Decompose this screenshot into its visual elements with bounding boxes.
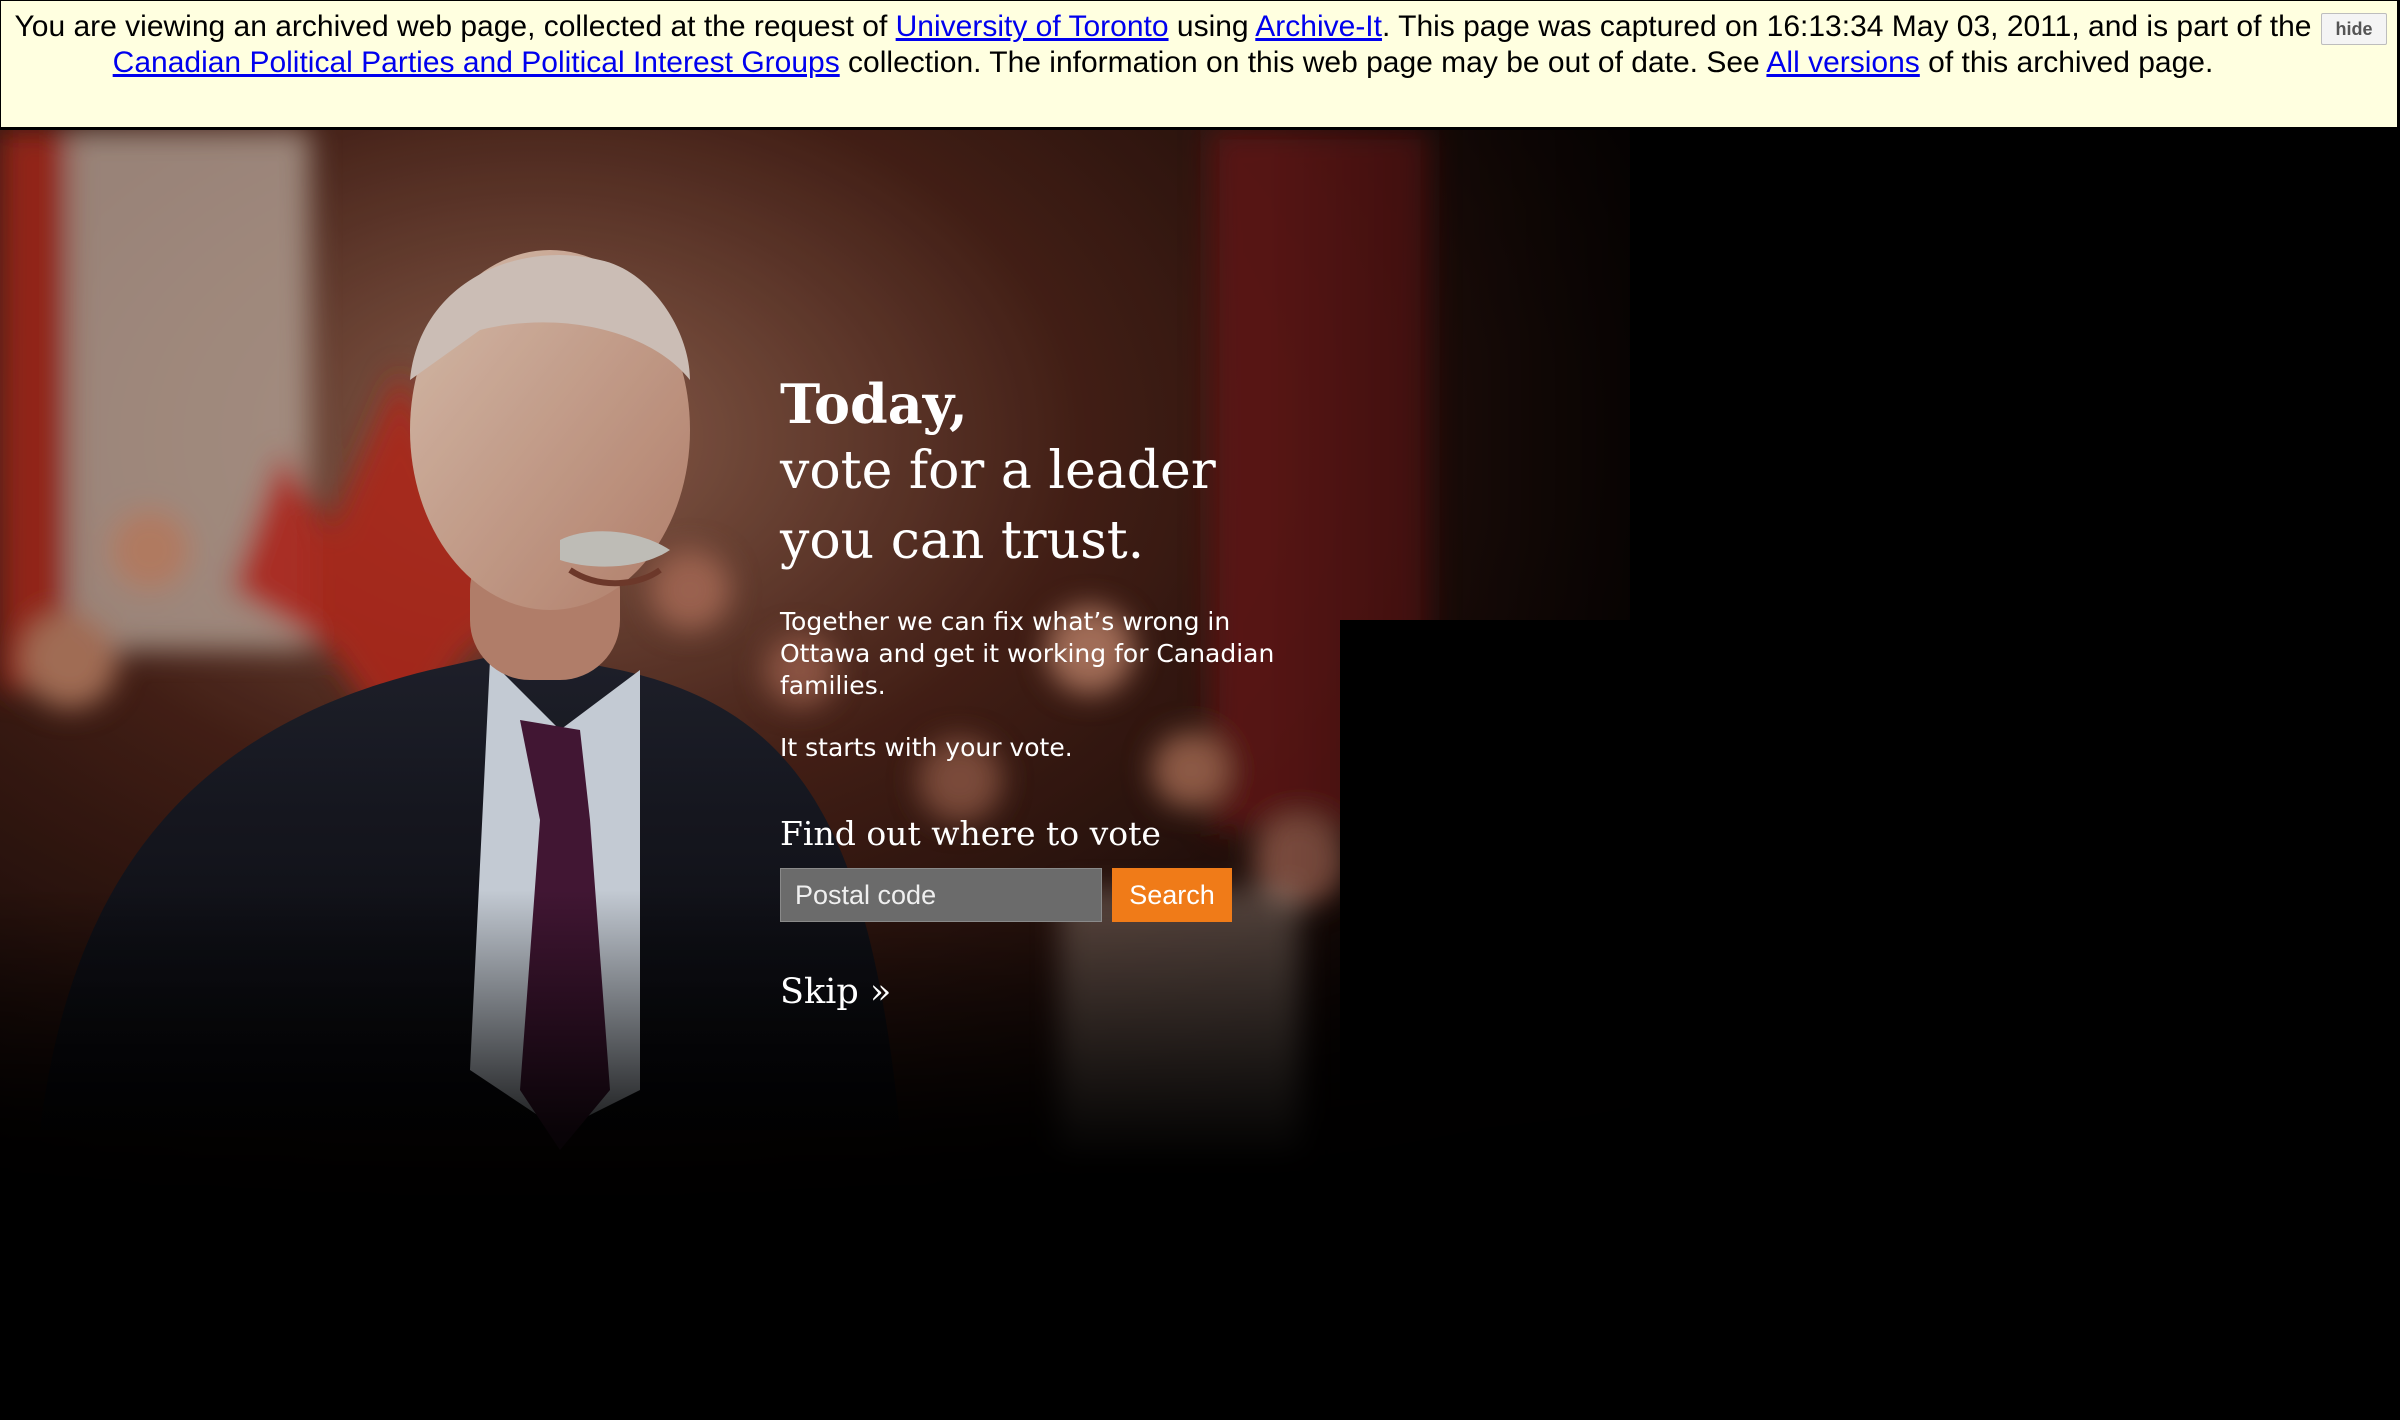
headline-today: Today, <box>780 372 968 436</box>
archive-text-capture: . This page was captured on 16:13:34 May… <box>1381 10 2312 43</box>
archive-text-end: of this archived page. <box>1919 46 2214 79</box>
archive-text-using: using <box>1168 10 1256 43</box>
headline-line-2: vote for a leader <box>780 441 1216 501</box>
headline-line-3: you can trust. <box>780 511 1145 571</box>
skip-link[interactable]: Skip » <box>780 972 891 1012</box>
call-to-vote-text: It starts with your vote. <box>780 733 1073 762</box>
hero-copy: Today, vote for a leader you can trust. … <box>780 372 1340 1012</box>
postal-search-form: Search <box>780 868 1340 922</box>
postal-code-input[interactable] <box>780 868 1102 922</box>
archive-banner: You are viewing an archived web page, co… <box>0 0 2398 128</box>
archive-text-collection: collection. The information on this web … <box>839 46 1767 79</box>
collection-link[interactable]: Canadian Political Parties and Political… <box>113 46 840 79</box>
body-text: Together we can fix what’s wrong in Otta… <box>780 607 1275 700</box>
find-where-to-vote-heading: Find out where to vote <box>780 814 1161 853</box>
hide-button[interactable]: hide <box>2321 13 2387 45</box>
archive-it-link[interactable]: Archive-It <box>1255 10 1382 43</box>
content-placeholder-block <box>1340 620 1630 1100</box>
archive-text-intro: You are viewing an archived web page, co… <box>14 10 896 43</box>
university-of-toronto-link[interactable]: University of Toronto <box>896 10 1169 43</box>
archive-notice: You are viewing an archived web page, co… <box>9 9 2317 81</box>
all-versions-link[interactable]: All versions <box>1766 46 1919 79</box>
search-button[interactable]: Search <box>1112 868 1232 922</box>
